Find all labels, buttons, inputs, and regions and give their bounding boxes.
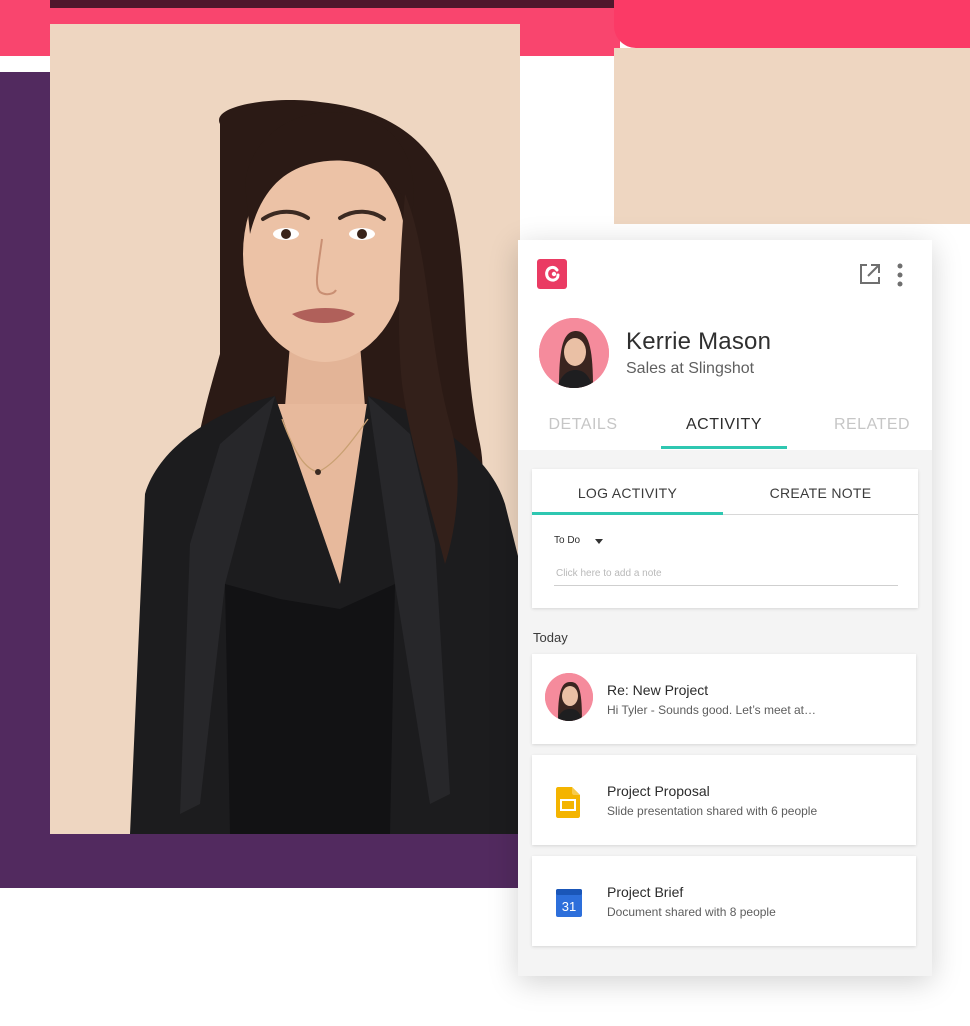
timeline-group-label: Today (533, 630, 568, 645)
activity-type-select[interactable]: To Do (554, 535, 580, 546)
sender-avatar (545, 673, 593, 721)
copper-logo-icon[interactable] (537, 259, 567, 289)
activity-item-title: Project Brief (607, 884, 684, 900)
hero-portrait-photo (50, 24, 520, 834)
note-input[interactable] (554, 561, 898, 586)
activity-item-title: Re: New Project (607, 682, 709, 698)
activity-item-subtitle: Hi Tyler - Sounds good. Let’s meet at… (607, 703, 816, 717)
contact-name: Kerrie Mason (626, 328, 772, 355)
decorative-pink-pill (614, 0, 970, 48)
subtab-divider (723, 514, 918, 515)
contact-card-panel: Kerrie Mason Sales at Slingshot DETAILS … (518, 240, 932, 976)
google-slides-icon (556, 787, 580, 818)
calendar-icon-date: 31 (562, 899, 576, 914)
activity-item-subtitle: Slide presentation shared with 6 people (607, 804, 818, 818)
google-calendar-icon: 31 (556, 889, 582, 917)
tab-activity[interactable]: ACTIVITY (661, 416, 787, 434)
contact-title: Sales at Slingshot (626, 360, 755, 377)
tab-details[interactable]: DETAILS (518, 416, 648, 434)
activity-item-document[interactable]: 31 Project Brief Document shared with 8 … (532, 856, 916, 946)
active-tab-indicator (661, 446, 787, 449)
log-activity-panel: LOG ACTIVITY CREATE NOTE To Do (532, 469, 918, 608)
caret-down-icon[interactable] (595, 539, 603, 544)
activity-item-slides[interactable]: Project Proposal Slide presentation shar… (532, 755, 916, 845)
tab-related[interactable]: RELATED (810, 416, 934, 434)
contact-avatar (539, 318, 609, 388)
activity-item-subtitle: Document shared with 8 people (607, 905, 776, 919)
external-link-icon[interactable] (858, 262, 882, 286)
more-vertical-icon[interactable] (894, 262, 906, 288)
decorative-peach-panel (614, 48, 970, 224)
subtab-log-activity[interactable]: LOG ACTIVITY (532, 485, 723, 501)
activity-item-title: Project Proposal (607, 783, 710, 799)
card-header: Kerrie Mason Sales at Slingshot DETAILS … (518, 240, 932, 450)
decorative-dark-line (50, 0, 620, 8)
subtab-create-note[interactable]: CREATE NOTE (723, 485, 918, 501)
active-subtab-indicator (532, 512, 723, 515)
activity-item-email[interactable]: Re: New Project Hi Tyler - Sounds good. … (532, 654, 916, 744)
